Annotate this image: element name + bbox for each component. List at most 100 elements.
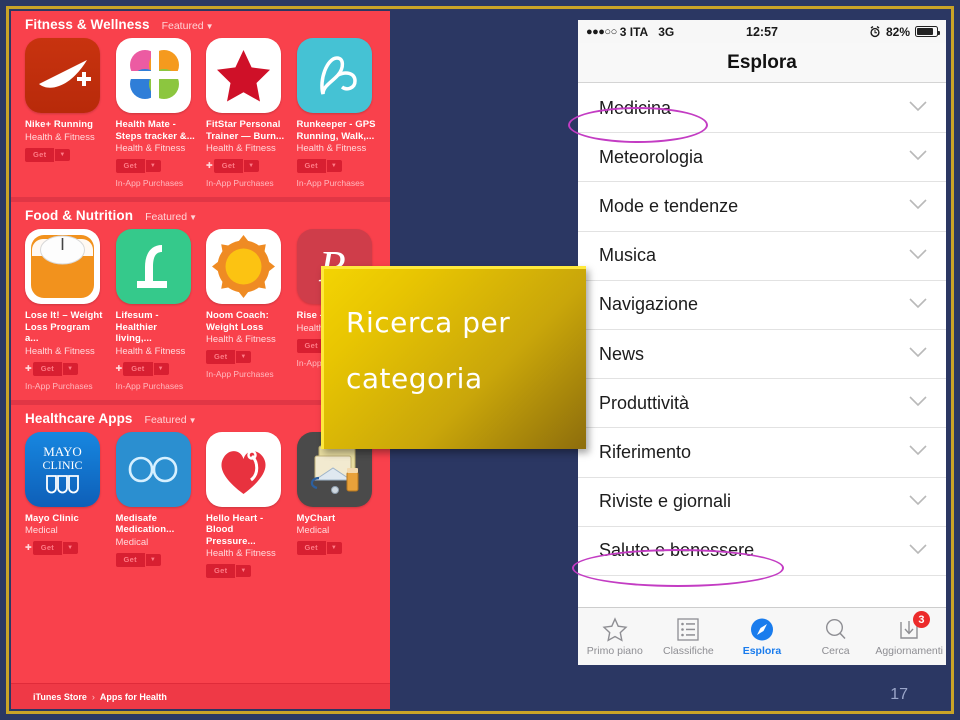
alarm-icon <box>870 25 880 37</box>
chevron-down-icon[interactable]: ▼ <box>152 362 169 375</box>
app-category: Health & Fitness <box>296 143 367 154</box>
app-card[interactable]: FitStar Personal Trainer — Burn... Healt… <box>206 38 286 188</box>
chevron-down-icon <box>908 493 928 511</box>
chevron-down-icon[interactable]: ▼ <box>235 565 252 577</box>
callout-box: Ricerca per categoria <box>321 266 586 449</box>
app-category: Medical <box>296 525 330 536</box>
category-label: Riviste e giornali <box>599 491 732 512</box>
chevron-down-icon[interactable]: ▼ <box>325 160 342 172</box>
tab-primo-piano[interactable]: Primo piano <box>578 608 652 665</box>
category-row-riferimento[interactable]: Riferimento <box>578 428 946 478</box>
get-button[interactable]: Get ▼ <box>206 350 286 364</box>
app-card[interactable]: Runkeeper - GPS Running, Walk,... Health… <box>296 38 377 188</box>
chevron-down-icon: ▼ <box>205 22 214 31</box>
get-label: Get <box>296 159 326 173</box>
chevron-down-icon[interactable]: ▼ <box>54 148 71 161</box>
star-icon <box>602 616 628 643</box>
chevron-down-icon[interactable]: ▼ <box>144 553 161 566</box>
category-row-news[interactable]: News <box>578 329 946 380</box>
category-row-riviste-e-giornali[interactable]: Riviste e giornali <box>578 477 946 527</box>
chevron-down-icon[interactable]: ▼ <box>144 160 161 172</box>
app-card[interactable]: Lifesum - Healthier living,... Health & … <box>115 229 196 391</box>
app-name: Lose It! – Weight Loss Program a... <box>25 310 103 344</box>
compass-icon <box>749 616 775 643</box>
in-app-purchases-note: In-App Purchases <box>115 380 184 391</box>
get-button[interactable]: ✚ Get ▼ <box>206 159 286 173</box>
chevron-down-icon[interactable]: ▼ <box>62 542 79 554</box>
category-row-mode-e-tendenze[interactable]: Mode e tendenze <box>578 182 946 232</box>
get-button[interactable]: ✚ Get ▼ <box>25 361 105 376</box>
get-label: Get <box>25 147 55 162</box>
app-card[interactable]: Health Mate - Steps tracker &... Health … <box>115 38 196 188</box>
get-label: Get <box>213 159 244 173</box>
get-button[interactable]: Get ▼ <box>115 159 196 173</box>
tab-cerca[interactable]: Cerca <box>799 608 873 665</box>
tab-aggiornamenti[interactable]: 3 Aggiornamenti <box>872 608 946 665</box>
app-card[interactable]: Noom Coach: Weight Loss Health & Fitness… <box>206 229 286 391</box>
category-label: Produttività <box>599 392 690 413</box>
tab-esplora[interactable]: Esplora <box>725 608 799 665</box>
app-category: Health & Fitness <box>206 334 276 345</box>
plus-icon: ✚ <box>115 363 123 373</box>
section-featured-dropdown[interactable]: Featured ▼ <box>145 414 197 426</box>
get-button[interactable]: Get ▼ <box>115 552 196 567</box>
fitstar-icon <box>206 38 281 113</box>
app-grid: Nike+ Running Health & Fitness Get ▼ Hea… <box>25 38 376 188</box>
app-card[interactable]: MyChart Medical Get ▼ <box>296 431 377 579</box>
breadcrumb-current: Apps for Health <box>99 691 167 702</box>
tab-label: Classifiche <box>663 645 714 657</box>
tab-classifiche[interactable]: Classifiche <box>652 608 726 665</box>
chevron-down-icon <box>908 99 928 117</box>
get-button[interactable]: ✚ Get ▼ <box>25 541 105 555</box>
battery-icon <box>915 26 940 37</box>
get-label: Get <box>32 541 63 555</box>
app-card[interactable]: Hello Heart - Blood Pressure... Health &… <box>206 431 286 578</box>
plus-icon: ✚ <box>25 363 32 373</box>
category-list[interactable]: Medicina Meteorologia Mode e tendenze Mu… <box>578 84 946 607</box>
in-app-purchases-note: In-App Purchases <box>25 380 93 391</box>
chevron-down-icon <box>908 542 928 560</box>
section-featured-dropdown[interactable]: Featured ▼ <box>162 20 214 32</box>
get-button[interactable]: Get ▼ <box>296 541 377 555</box>
noom-icon <box>206 229 281 304</box>
chevron-down-icon[interactable]: ▼ <box>235 351 252 363</box>
chevron-down-icon <box>908 394 928 412</box>
iphone-screenshot: ●●●○○ 3 ITA 3G 12:57 82% Esplora Medicin… <box>578 20 946 665</box>
chevron-down-icon[interactable]: ▼ <box>243 160 260 172</box>
section-title: Food & Nutrition <box>25 208 134 223</box>
tab-label: Primo piano <box>586 645 643 657</box>
list-icon <box>675 616 701 643</box>
app-card[interactable]: Lose It! – Weight Loss Program a... Heal… <box>25 229 105 391</box>
slide-number: 17 <box>890 686 908 703</box>
chevron-down-icon[interactable]: ▼ <box>62 362 79 375</box>
breadcrumb-separator: › <box>91 691 95 702</box>
category-row-produttivita[interactable]: Produttività <box>578 379 946 429</box>
app-category: Medical <box>25 525 58 536</box>
category-row-salute-e-benessere[interactable]: Salute e benessere <box>578 526 946 576</box>
get-label: Get <box>123 361 153 376</box>
breadcrumb-root[interactable]: iTunes Store <box>33 692 87 702</box>
chevron-down-icon <box>908 247 928 265</box>
runkeeper-icon <box>296 38 372 113</box>
app-card[interactable]: Medisafe Medication... Medical Get ▼ <box>115 431 196 579</box>
app-card[interactable]: MAYO CLINIC Mayo Clinic Medical ✚ Get ▼ <box>25 431 105 579</box>
section-featured-dropdown[interactable]: Featured ▼ <box>145 211 197 223</box>
get-button[interactable]: Get ▼ <box>206 564 286 578</box>
chevron-down-icon[interactable]: ▼ <box>325 542 342 554</box>
get-button[interactable]: Get ▼ <box>296 159 377 173</box>
updates-badge: 3 <box>912 611 930 628</box>
app-card[interactable]: Nike+ Running Health & Fitness Get ▼ <box>25 38 105 188</box>
category-row-navigazione[interactable]: Navigazione <box>578 280 946 330</box>
category-label: Riferimento <box>599 441 692 462</box>
category-row-meteorologia[interactable]: Meteorologia <box>578 133 946 183</box>
app-category: Health & Fitness <box>115 143 186 154</box>
category-row-medicina[interactable]: Medicina <box>578 84 946 134</box>
in-app-purchases-note: In-App Purchases <box>115 178 184 188</box>
get-button[interactable]: Get ▼ <box>25 147 105 162</box>
get-label: Get <box>115 159 145 173</box>
status-bar: ●●●○○ 3 ITA 3G 12:57 82% <box>578 20 946 43</box>
app-name: Nike+ Running <box>25 119 94 130</box>
category-row-musica[interactable]: Musica <box>578 231 946 281</box>
get-button[interactable]: ✚ Get ▼ <box>115 361 196 376</box>
app-category: Health & Fitness <box>206 143 276 154</box>
